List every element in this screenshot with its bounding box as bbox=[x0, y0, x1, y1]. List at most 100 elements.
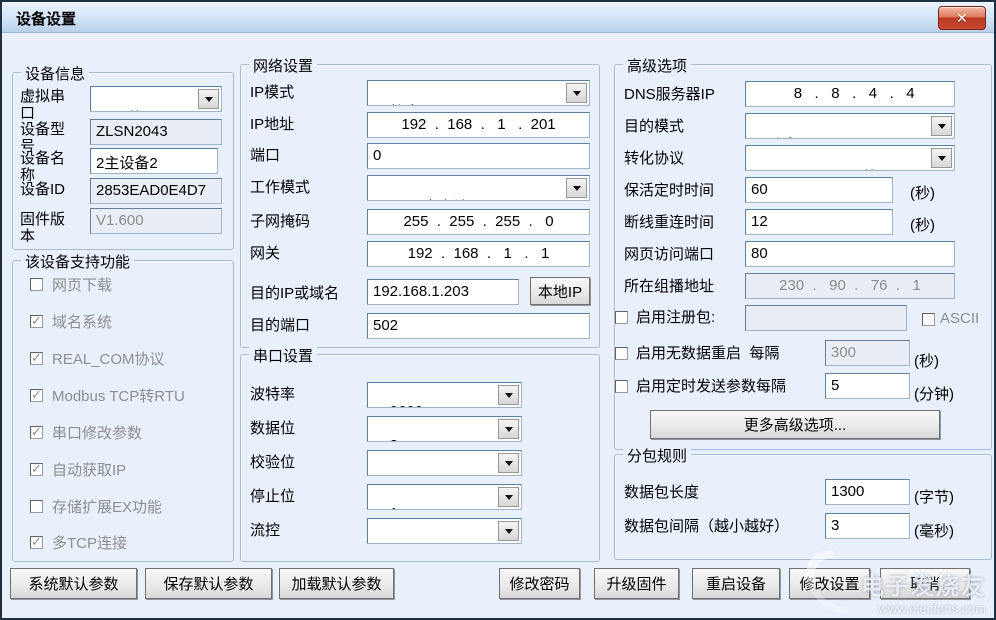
flow-select[interactable]: 无 bbox=[367, 518, 522, 544]
watermark-url: www.elecfans.com bbox=[878, 601, 986, 616]
web-port-input[interactable]: 80 bbox=[745, 241, 955, 267]
no-data-restart-checkbox[interactable] bbox=[615, 347, 628, 360]
dns-input[interactable]: 8 . 8 . 4 . 4 bbox=[745, 81, 955, 107]
load-defaults-button[interactable]: 加载默认参数 bbox=[279, 568, 394, 599]
packet-length-input[interactable]: 1300 bbox=[825, 479, 910, 505]
no-data-restart-unit: (秒) bbox=[914, 353, 939, 370]
reg-packet-input bbox=[745, 305, 907, 331]
no-data-restart-label: 启用无数据重启 每隔 bbox=[636, 345, 780, 362]
packet-rules-group: 分包规则 bbox=[614, 445, 992, 560]
chevron-down-icon[interactable] bbox=[566, 83, 587, 103]
dest-ip-input[interactable]: 192.168.1.203 bbox=[367, 279, 519, 305]
save-defaults-button[interactable]: 保存默认参数 bbox=[145, 568, 272, 599]
packet-gap-unit: (毫秒) bbox=[914, 523, 954, 540]
protocol-select[interactable]: Modbus_TCP 协议 bbox=[745, 145, 955, 171]
restart-device-button[interactable]: 重启设备 bbox=[692, 568, 780, 599]
feature-label: 网页下载 bbox=[52, 277, 113, 294]
checkbox-checked-icon bbox=[30, 534, 43, 550]
chevron-down-icon[interactable] bbox=[931, 148, 952, 168]
firmware-field: V1.600 bbox=[90, 208, 222, 234]
baud-value: 9600 bbox=[390, 403, 423, 407]
feature-label: 存储扩展EX功能 bbox=[52, 499, 163, 516]
work-mode-select[interactable]: TCP 客户端 bbox=[367, 175, 590, 201]
features-title: 该设备支持功能 bbox=[21, 251, 135, 272]
packet-gap-input[interactable]: 3 bbox=[825, 513, 910, 539]
chevron-down-icon[interactable] bbox=[498, 453, 519, 473]
keepalive-unit: (秒) bbox=[910, 185, 935, 202]
device-name-input[interactable]: 2主设备2 bbox=[90, 148, 218, 174]
packet-length-label: 数据包长度 bbox=[624, 484, 700, 501]
checkbox-checked-icon bbox=[30, 350, 43, 366]
feature-label: 串口修改参数 bbox=[52, 425, 143, 442]
feature-storage-ex: 存储扩展EX功能 bbox=[30, 496, 162, 517]
no-data-restart-input: 300 bbox=[825, 340, 910, 366]
ascii-label: ASCII bbox=[940, 310, 980, 327]
chevron-down-icon[interactable] bbox=[498, 385, 519, 405]
subnet-label: 子网掩码 bbox=[250, 213, 311, 230]
subnet-input[interactable]: 255 . 255 . 255 . 0 bbox=[367, 209, 590, 235]
feature-label: Modbus TCP转RTU bbox=[52, 388, 185, 405]
timed-send-label: 启用定时发送参数每隔 bbox=[636, 378, 787, 395]
work-mode-label: 工作模式 bbox=[250, 179, 311, 196]
baud-select[interactable]: 9600 bbox=[367, 382, 522, 408]
more-advanced-button[interactable]: 更多高级选项... bbox=[650, 410, 940, 439]
dest-mode-value: 动态 bbox=[768, 137, 798, 138]
reg-packet-checkbox[interactable] bbox=[615, 311, 628, 324]
virtual-serial-select[interactable]: 不使用 bbox=[90, 86, 222, 112]
dest-mode-select[interactable]: 动态 bbox=[745, 113, 955, 139]
title-bar: 设备设置 ✕ bbox=[2, 2, 994, 33]
chevron-down-icon[interactable] bbox=[498, 521, 519, 541]
keepalive-input[interactable]: 60 bbox=[745, 177, 893, 203]
port-input[interactable]: 0 bbox=[367, 143, 590, 169]
chevron-down-icon[interactable] bbox=[566, 178, 587, 198]
ip-address-input[interactable]: 192 . 168 . 1 . 201 bbox=[367, 112, 590, 138]
cancel-button[interactable]: 取消 bbox=[880, 568, 970, 599]
stop-bits-value: 1 bbox=[390, 505, 398, 509]
feature-multi-tcp: 多TCP连接 bbox=[30, 532, 127, 553]
work-mode-value: TCP 客户端 bbox=[389, 199, 468, 200]
ip-mode-label: IP模式 bbox=[250, 84, 295, 101]
local-ip-button[interactable]: 本地IP bbox=[530, 277, 590, 305]
dest-port-label: 目的端口 bbox=[250, 317, 311, 334]
change-password-button[interactable]: 修改密码 bbox=[499, 568, 580, 599]
virtual-serial-label: 虚拟串口 bbox=[20, 88, 66, 119]
data-bits-select[interactable]: 8 bbox=[367, 416, 522, 442]
chevron-down-icon[interactable] bbox=[498, 419, 519, 439]
checkbox-checked-icon bbox=[30, 387, 43, 403]
feature-serial-modify: 串口修改参数 bbox=[30, 422, 142, 443]
web-port-label: 网页访问端口 bbox=[624, 246, 715, 263]
dest-port-input[interactable]: 502 bbox=[367, 313, 590, 339]
ip-mode-select[interactable]: 静态 bbox=[367, 80, 590, 106]
reconnect-input[interactable]: 12 bbox=[745, 209, 893, 235]
feature-label: 多TCP连接 bbox=[52, 535, 128, 552]
upgrade-firmware-button[interactable]: 升级固件 bbox=[594, 568, 679, 599]
checkbox-checked-icon bbox=[30, 424, 43, 440]
checkbox-checked-icon bbox=[30, 461, 43, 477]
parity-select[interactable]: 无 bbox=[367, 450, 522, 476]
timed-send-input[interactable]: 5 bbox=[825, 373, 910, 399]
timed-send-checkbox[interactable] bbox=[615, 380, 628, 393]
device-model-label: 设备型号 bbox=[20, 121, 66, 152]
device-info-title: 设备信息 bbox=[21, 63, 90, 84]
network-group: 网络设置 bbox=[240, 55, 600, 348]
packet-length-unit: (字节) bbox=[914, 489, 954, 506]
system-defaults-button[interactable]: 系统默认参数 bbox=[10, 568, 137, 599]
chevron-down-icon[interactable] bbox=[931, 116, 952, 136]
feature-modbus: Modbus TCP转RTU bbox=[30, 385, 185, 406]
dialog-title: 设备设置 bbox=[16, 11, 77, 28]
reconnect-label: 断线重连时间 bbox=[624, 214, 715, 231]
firmware-label: 固件版本 bbox=[20, 211, 66, 242]
multicast-field: 230 . 90 . 76 . 1 bbox=[745, 273, 955, 299]
close-button[interactable]: ✕ bbox=[938, 6, 986, 30]
virtual-serial-value: 不使用 bbox=[113, 110, 158, 111]
ascii-checkbox[interactable] bbox=[922, 313, 935, 326]
checkbox-checked-icon bbox=[30, 313, 43, 329]
port-label: 端口 bbox=[250, 147, 281, 164]
chevron-down-icon[interactable] bbox=[198, 89, 219, 109]
serial-title: 串口设置 bbox=[249, 345, 318, 366]
ip-mode-value: 静态 bbox=[390, 104, 420, 105]
gateway-input[interactable]: 192 . 168 . 1 . 1 bbox=[367, 241, 590, 267]
stop-bits-select[interactable]: 1 bbox=[367, 484, 522, 510]
protocol-label: 转化协议 bbox=[624, 150, 685, 167]
chevron-down-icon[interactable] bbox=[498, 487, 519, 507]
